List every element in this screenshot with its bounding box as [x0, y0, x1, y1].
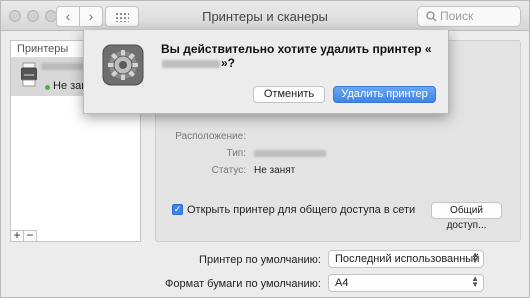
share-printer-label: Открыть принтер для общего доступа в сет… [187, 204, 416, 216]
printer-icon [21, 62, 37, 87]
search-input[interactable]: Поиск [417, 6, 521, 27]
system-preferences-gear-icon [102, 44, 144, 86]
delete-printer-dialog: Вы действительно хотите удалить принтер … [83, 30, 449, 114]
delete-printer-button[interactable]: Удалить принтер [333, 86, 436, 103]
printer-type-redacted [254, 150, 326, 157]
search-icon [426, 11, 437, 22]
dialog-message-suffix: »? [221, 56, 236, 70]
printer-list-controls: + − [10, 229, 141, 242]
search-placeholder: Поиск [440, 9, 474, 23]
printers-window: ‹ › Принтеры и сканеры Поиск Принтеры Не… [0, 0, 530, 298]
remove-printer-button[interactable]: − [23, 229, 37, 242]
status-value: Не занят [254, 165, 296, 176]
cancel-button[interactable]: Отменить [253, 86, 325, 103]
chevron-updown-icon: ▲ ▼ [471, 250, 479, 265]
checkmark-icon: ✓ [173, 204, 182, 214]
sharing-preferences-button[interactable]: Общий доступ... [431, 202, 502, 231]
add-printer-button[interactable]: + [10, 229, 24, 242]
default-paper-value: A4 [335, 277, 349, 289]
dialog-message-prefix: Вы действительно хотите удалить принтер … [161, 42, 432, 56]
status-label: Статус: [211, 165, 246, 176]
type-label: Тип: [226, 148, 246, 159]
default-paper-select[interactable]: A4 ▲ ▼ [328, 274, 484, 292]
default-printer-select[interactable]: Последний использованный ▲ ▼ [328, 250, 484, 268]
printer-name-redacted [162, 59, 220, 68]
location-label: Расположение: [175, 131, 246, 142]
share-printer-checkbox[interactable]: ✓ [172, 204, 183, 215]
default-paper-label: Формат бумаги по умолчанию: [165, 278, 321, 290]
default-printer-value: Последний использованный [335, 253, 480, 265]
chevron-updown-icon: ▲ ▼ [471, 274, 479, 289]
status-indicator [45, 85, 50, 90]
default-printer-label: Принтер по умолчанию: [199, 254, 321, 266]
dialog-message: Вы действительно хотите удалить принтер … [161, 42, 448, 70]
title-bar: ‹ › Принтеры и сканеры Поиск [1, 1, 529, 31]
